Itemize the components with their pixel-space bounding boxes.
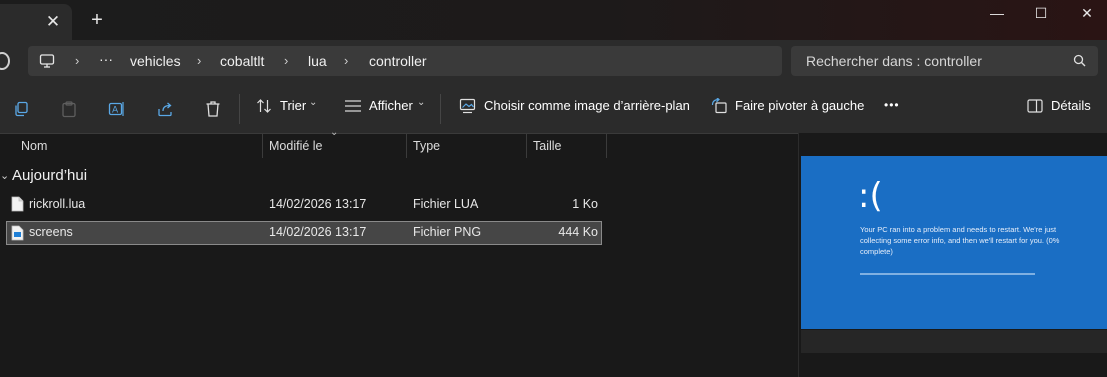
sort-chevron-icon: ⌄ — [330, 127, 339, 138]
file-type: Fichier PNG — [413, 225, 482, 239]
svg-text:A: A — [112, 106, 119, 116]
share-icon[interactable] — [157, 98, 174, 120]
search-input[interactable]: Rechercher dans : controller — [806, 53, 982, 69]
close-tab-icon[interactable]: ✕ — [44, 13, 62, 31]
refresh-icon[interactable] — [0, 52, 10, 70]
file-name: screens — [29, 225, 73, 239]
image-file-icon — [11, 225, 24, 241]
command-bar: A Trier ⌄ Afficher ⌄ Choisir comme image… — [0, 86, 1107, 134]
delete-icon[interactable] — [205, 98, 221, 120]
group-label: Aujourd’hui — [12, 167, 88, 184]
this-pc-icon — [39, 54, 55, 68]
toolbar-separator — [440, 94, 441, 124]
address-row: › ··· vehicles › cobaltlt › lua › contro… — [0, 40, 1107, 86]
breadcrumb-vehicles[interactable]: vehicles — [130, 53, 181, 69]
file-name: rickroll.lua — [29, 197, 86, 211]
image-preview: :( Your PC ran into a problem and needs … — [801, 156, 1107, 329]
chevron-down-icon: ⌄ — [417, 97, 426, 108]
file-icon — [11, 196, 24, 212]
preview-bottom-bar — [801, 330, 1107, 353]
breadcrumb-cobaltlt[interactable]: cobaltlt — [220, 53, 264, 69]
breadcrumb-controller[interactable]: controller — [369, 53, 427, 69]
preview-stop-code-line — [860, 273, 1035, 275]
file-row-screens[interactable]: screens 14/02/2026 13:17 Fichier PNG 444… — [6, 221, 602, 245]
chevron-down-icon: ⌄ — [0, 170, 10, 182]
preview-pane: :( Your PC ran into a problem and needs … — [798, 133, 1107, 377]
file-modified: 14/02/2026 13:17 — [269, 197, 367, 211]
file-modified: 14/02/2026 13:17 — [269, 225, 367, 239]
toolbar-separator — [239, 94, 240, 124]
rotate-left-icon — [711, 98, 727, 114]
search-box[interactable]: Rechercher dans : controller — [791, 46, 1098, 76]
details-pane-icon — [1027, 99, 1043, 113]
file-size: 1 Ko — [572, 197, 598, 211]
preview-message: Your PC ran into a problem and needs to … — [860, 225, 1060, 256]
column-divider[interactable] — [262, 134, 263, 158]
close-window-button[interactable]: ✕ — [1064, 2, 1107, 26]
file-row-rickroll[interactable]: rickroll.lua 14/02/2026 13:17 Fichier LU… — [6, 193, 602, 217]
column-header-modified[interactable]: Modifié le — [269, 139, 323, 163]
sort-icon — [257, 99, 271, 113]
column-divider[interactable] — [526, 134, 527, 158]
breadcrumb-lua[interactable]: lua — [308, 53, 327, 69]
explorer-tab[interactable]: ✕ — [0, 4, 72, 40]
file-size: 444 Ko — [558, 225, 598, 239]
new-tab-icon[interactable]: + — [88, 10, 106, 30]
column-header-name[interactable]: Nom — [21, 139, 47, 163]
address-bar[interactable]: › ··· vehicles › cobaltlt › lua › contro… — [28, 46, 782, 76]
column-header-size[interactable]: Taille — [533, 139, 562, 163]
column-divider[interactable] — [406, 134, 407, 158]
chevron-down-icon: ⌄ — [309, 97, 318, 108]
view-icon — [345, 100, 361, 112]
search-icon[interactable] — [1073, 54, 1086, 67]
wallpaper-icon — [459, 98, 476, 114]
more-options-icon[interactable]: ••• — [884, 98, 900, 120]
preview-face: :( — [858, 176, 883, 216]
rename-icon[interactable]: A — [108, 98, 125, 120]
chevron-right-icon: › — [197, 53, 202, 68]
breadcrumb-overflow[interactable]: ··· — [99, 51, 113, 67]
chevron-right-icon: › — [344, 53, 349, 68]
minimize-button[interactable]: — — [974, 2, 1020, 26]
file-type: Fichier LUA — [413, 197, 479, 211]
view-label: Afficher — [369, 98, 413, 113]
copy-icon[interactable] — [13, 98, 29, 120]
column-divider[interactable] — [606, 134, 607, 158]
column-header-type[interactable]: Type — [413, 139, 440, 163]
chevron-right-icon: › — [75, 53, 80, 68]
sort-label: Trier — [280, 98, 307, 113]
rotate-left-label: Faire pivoter à gauche — [735, 98, 865, 113]
details-label: Détails — [1051, 98, 1091, 113]
wallpaper-label: Choisir comme image d’arrière-plan — [484, 98, 690, 113]
chevron-right-icon: › — [284, 53, 289, 68]
title-bar: ✕ + — ☐ ✕ — [0, 0, 1107, 40]
paste-icon — [62, 101, 76, 118]
maximize-button[interactable]: ☐ — [1018, 2, 1064, 26]
